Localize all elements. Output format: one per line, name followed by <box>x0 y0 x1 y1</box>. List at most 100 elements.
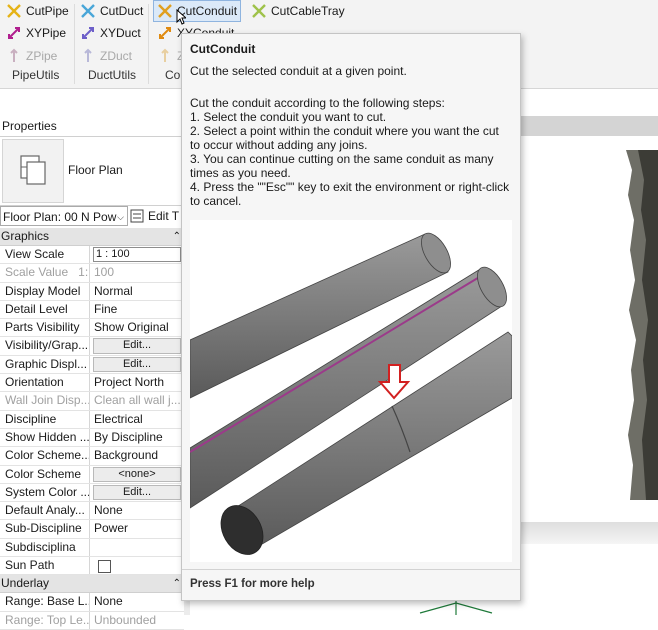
collapse-icon: ⌃ <box>172 578 181 590</box>
row-value[interactable]: Show Original <box>90 319 184 336</box>
cut-cable-tray-button[interactable]: CutCableTray <box>251 1 345 21</box>
graphic-display-edit-button[interactable]: Edit... <box>93 356 181 373</box>
edit-type-icon <box>130 209 144 223</box>
row-key: System Color ... <box>0 483 90 502</box>
row-value[interactable]: Electrical <box>90 411 184 428</box>
tooltip-step: Cut the conduit according to the followi… <box>190 96 445 110</box>
row-value[interactable]: None <box>90 502 184 519</box>
row-key: Range: Base L... <box>0 593 90 611</box>
table-row[interactable]: Default Analy... None <box>0 502 184 521</box>
color-scheme-button[interactable]: <none> <box>93 466 181 482</box>
xy-pipe-button[interactable]: XYPipe <box>6 23 66 43</box>
row-key: Color Scheme... <box>0 447 90 465</box>
xy-duct-icon <box>82 27 94 39</box>
tooltip-title: CutConduit <box>190 42 256 56</box>
cut-duct-button[interactable]: CutDuct <box>80 1 143 21</box>
section-underlay[interactable]: Underlay ⌃ <box>0 575 184 594</box>
table-row[interactable]: System Color ... Edit... <box>0 483 184 503</box>
edit-type-button[interactable]: Edit T <box>130 206 179 226</box>
table-row[interactable]: Subdisciplina <box>0 538 184 558</box>
xy-pipe-icon <box>8 27 20 39</box>
row-value[interactable]: Fine <box>90 301 184 318</box>
row-value[interactable]: Normal <box>90 283 184 300</box>
row-key: Sun Path <box>0 557 90 575</box>
section-underlay-label: Underlay <box>1 576 50 591</box>
row-key: Range: Top Le... <box>0 611 90 629</box>
sun-path-checkbox[interactable] <box>98 560 111 574</box>
table-row[interactable]: Color Scheme <none> <box>0 465 184 484</box>
table-row[interactable]: View Scale 1 : 100 <box>0 246 184 265</box>
tooltip-help-text: Press F1 for more help <box>190 578 315 590</box>
cut-pipe-label: CutPipe <box>26 4 69 18</box>
tooltip-step: 4. Press the ""Esc"" key to exit the env… <box>190 180 510 208</box>
tooltip-steps: Cut the conduit according to the followi… <box>190 96 512 208</box>
table-row[interactable]: Show Hidden ... By Discipline <box>0 428 184 448</box>
chevron-down-icon: ⌵ <box>117 212 124 222</box>
row-value: Unbounded <box>94 612 157 627</box>
row-key: Color Scheme <box>0 465 90 483</box>
row-key: Scale Value 1: <box>0 264 90 282</box>
visibility-edit-button[interactable]: Edit... <box>93 338 181 354</box>
group-label-pipeutils: PipeUtils <box>12 68 60 82</box>
cut-conduit-button[interactable]: CutConduit <box>153 0 242 22</box>
row-key: Orientation <box>0 374 90 392</box>
cut-conduit-label: CutConduit <box>177 4 238 18</box>
view-scale-input[interactable]: 1 : 100 <box>93 247 181 263</box>
row-value[interactable] <box>90 539 184 556</box>
properties-title: Properties <box>0 116 192 137</box>
row-key: Graphic Displ... <box>0 355 90 374</box>
floor-plan-type-icon <box>2 139 64 203</box>
tooltip-divider <box>182 569 520 570</box>
row-value[interactable]: Background <box>90 447 184 464</box>
xy-duct-label: XYDuct <box>100 26 141 40</box>
row-value[interactable]: Power <box>90 520 184 537</box>
row-key: Subdisciplina <box>0 538 90 557</box>
z-pipe-icon <box>10 48 18 62</box>
z-duct-icon <box>84 48 92 62</box>
table-row[interactable]: Display Model Normal <box>0 282 184 301</box>
row-key: Detail Level <box>0 300 90 319</box>
group-label-ductutils: DuctUtils <box>88 68 137 82</box>
table-row[interactable]: Parts Visibility Show Original <box>0 319 184 338</box>
table-row[interactable]: Sub-Discipline Power <box>0 520 184 539</box>
cut-duct-icon <box>81 4 95 18</box>
row-value: 100 <box>94 265 115 280</box>
table-row: Scale Value 1: 100 <box>0 264 184 283</box>
row-value[interactable]: By Discipline <box>90 429 184 446</box>
table-row: Range: Top Le... Unbounded <box>0 611 184 630</box>
group-label-conduitutils: Co <box>165 68 181 82</box>
group-divider <box>74 4 75 84</box>
row-key: Parts Visibility <box>0 319 90 337</box>
row-key: Wall Join Disp... <box>0 392 90 410</box>
xy-conduit-icon <box>159 27 171 39</box>
system-color-edit-button[interactable]: Edit... <box>93 484 181 501</box>
row-key: View Scale <box>0 246 90 264</box>
table-row[interactable]: Orientation Project North <box>0 374 184 393</box>
table-row[interactable]: Range: Base L... None <box>0 593 184 612</box>
row-value: Clean all wall j... <box>94 393 181 408</box>
xy-duct-button[interactable]: XYDuct <box>80 23 141 43</box>
row-value[interactable]: None <box>90 593 184 610</box>
z-duct-button[interactable]: ZDuct <box>80 46 132 66</box>
tooltip-step: 3. You can continue cutting on the same … <box>190 152 494 180</box>
table-row[interactable]: Visibility/Grap... Edit... <box>0 337 184 356</box>
cut-pipe-button[interactable]: CutPipe <box>6 1 69 21</box>
table-row[interactable]: Sun Path <box>0 557 184 576</box>
table-row[interactable]: Discipline Electrical <box>0 410 184 429</box>
table-row[interactable]: Detail Level Fine <box>0 300 184 320</box>
tooltip-step: 2. Select a point within the conduit whe… <box>190 124 499 152</box>
cut-cable-tray-label: CutCableTray <box>271 4 345 18</box>
floor-plan-icon <box>20 155 46 185</box>
xy-pipe-label: XYPipe <box>26 26 67 40</box>
cut-duct-label: CutDuct <box>100 4 144 18</box>
z-pipe-label: ZPipe <box>26 49 58 63</box>
row-value[interactable]: Project North <box>90 374 184 391</box>
view-selector-dropdown[interactable]: Floor Plan: 00 N Pow ⌵ <box>0 206 128 226</box>
section-graphics[interactable]: Graphics ⌃ <box>0 228 184 246</box>
z-pipe-button[interactable]: ZPipe <box>6 46 57 66</box>
type-name: Floor Plan <box>68 163 123 177</box>
table-row[interactable]: Graphic Displ... Edit... <box>0 355 184 375</box>
table-row[interactable]: Color Scheme... Background <box>0 447 184 466</box>
cut-pipe-icon <box>7 4 21 18</box>
group-divider <box>148 4 149 84</box>
